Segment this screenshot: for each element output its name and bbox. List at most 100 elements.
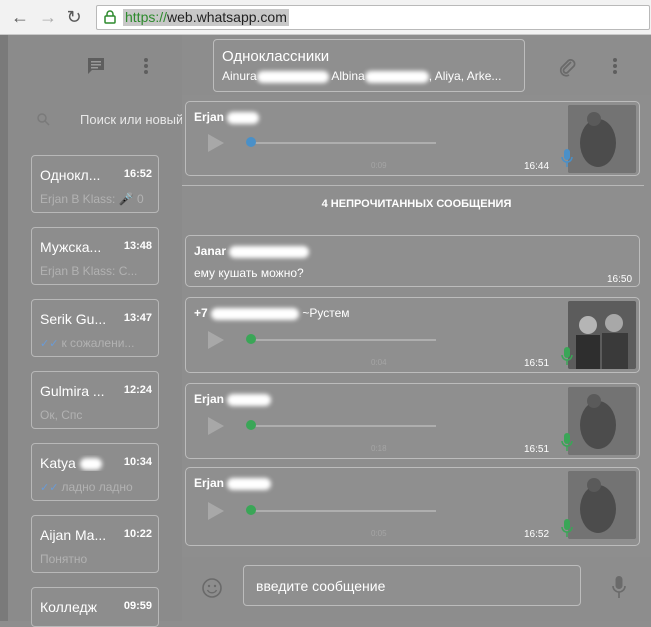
message-sender: Erjan (194, 110, 260, 124)
chat-time: 09:59 (123, 600, 152, 612)
chat-name: Aijan Ma... (40, 527, 107, 543)
group-title: Одноклассники (222, 48, 330, 65)
photo-placeholder (568, 301, 636, 369)
lock-icon (104, 10, 116, 24)
play-icon[interactable] (208, 502, 224, 520)
chat-time: 13:48 (123, 240, 152, 252)
sender-photo (568, 471, 636, 539)
chat-preview: ✓✓ ладно ладно (40, 480, 156, 494)
browser-toolbar: ← → ↻ https://web.whatsapp.com (0, 0, 651, 35)
chat-time: 10:34 (123, 456, 152, 468)
url-scheme: https:// (125, 9, 168, 25)
menu-dots-icon[interactable] (142, 56, 150, 76)
message-sender: Erjan (194, 392, 272, 406)
play-icon[interactable] (208, 417, 224, 435)
message-sender: Janar (194, 244, 310, 258)
message-time: 16:52 (524, 529, 550, 540)
chat-time: 12:24 (123, 384, 152, 396)
message-time: 16:51 (524, 358, 550, 369)
voice-message: Erjan 0:18 16:51 (185, 383, 640, 459)
chat-preview: Понятно (40, 552, 88, 566)
sender-photo (568, 105, 636, 173)
audio-track[interactable] (250, 339, 436, 341)
audio-track[interactable] (250, 142, 436, 144)
chat-name: Gulmira ... (40, 383, 105, 399)
chat-preview: ✓✓ к сожалени... (40, 336, 156, 350)
forward-arrow-icon[interactable]: → (38, 6, 58, 28)
chat-item[interactable]: Gulmira ... 12:24 Ок, Спс (31, 371, 159, 429)
message-input[interactable]: введите сообщение (243, 565, 581, 606)
message-sender: Erjan (194, 476, 272, 490)
sender-name: Janar (194, 244, 227, 258)
message-time: 16:51 (524, 444, 550, 455)
audio-track[interactable] (250, 510, 436, 512)
chat-preview: Erjan B Klass: С... (40, 264, 138, 278)
audio-scrubber[interactable] (246, 505, 256, 515)
reload-icon[interactable]: ↻ (64, 6, 84, 28)
chat-item[interactable]: Мужска... 13:48 Erjan B Klass: С... (31, 227, 159, 285)
redaction-blur (227, 477, 272, 490)
group-members: Ainura Albina , Aliya, Arke... (222, 69, 501, 83)
chat-item[interactable]: Однокл... 16:52 Erjan B Klass: 🎤 0 (31, 155, 159, 213)
chat-name: Katya (40, 455, 120, 471)
microphone-icon (561, 347, 573, 365)
redaction-blur (211, 307, 300, 320)
chat-preview: Erjan B Klass: 🎤 0 (40, 192, 144, 206)
address-bar[interactable]: https://web.whatsapp.com (96, 5, 650, 30)
voice-message: +7 ~Рустем 0:04 16:51 (185, 297, 640, 373)
message-input-placeholder: введите сообщение (256, 578, 386, 594)
text-message: Janar ему кушать можно? 16:50 (185, 235, 640, 287)
chat-preview-text: ладно ладно (61, 480, 133, 494)
chat-name: Мужска... (40, 239, 102, 255)
redaction-blur (256, 70, 329, 83)
sender-alias: ~Рустем (302, 306, 350, 320)
url-host: web.whatsapp.com (167, 9, 287, 25)
url-text: https://web.whatsapp.com (123, 9, 289, 26)
member-name: Ainura (222, 69, 257, 83)
chat-preview: Ок, Спс (40, 408, 83, 422)
microphone-icon (561, 519, 573, 537)
voice-message: Erjan 0:05 16:52 (185, 467, 640, 546)
voice-message: Erjan 0:09 16:44 (185, 101, 640, 176)
redaction-blur (79, 458, 102, 471)
paperclip-icon[interactable] (556, 56, 578, 78)
chat-time: 16:52 (123, 168, 152, 180)
audio-track[interactable] (250, 425, 436, 427)
emoji-icon[interactable] (201, 577, 223, 599)
microphone-icon[interactable] (611, 575, 627, 599)
menu-dots-icon[interactable] (611, 56, 619, 76)
chat-item[interactable]: Katya 10:34 ✓✓ ладно ладно (31, 443, 159, 501)
chat-item[interactable]: Колледж 09:59 (31, 587, 159, 627)
chat-item[interactable]: Serik Gu... 13:47 ✓✓ к сожалени... (31, 299, 159, 357)
search-input[interactable]: Поиск или новый (80, 112, 182, 127)
chat-item[interactable]: Aijan Ma... 10:22 Понятно (31, 515, 159, 573)
audio-duration: 0:05 (371, 529, 387, 538)
chat-time: 10:22 (123, 528, 152, 540)
microphone-icon (561, 149, 573, 167)
sender-name: Erjan (194, 110, 225, 124)
audio-scrubber[interactable] (246, 334, 256, 344)
photo-placeholder (568, 471, 636, 539)
message-sender: +7 ~Рустем (194, 306, 350, 320)
play-icon[interactable] (208, 331, 224, 349)
audio-scrubber[interactable] (246, 420, 256, 430)
member-name: , Aliya, Arke... (428, 69, 502, 83)
member-name: Albina (331, 69, 365, 83)
redaction-blur (364, 70, 429, 83)
photo-placeholder (568, 387, 636, 455)
search-icon (37, 113, 50, 126)
chat-time: 13:47 (123, 312, 152, 324)
audio-scrubber[interactable] (246, 137, 256, 147)
audio-duration: 0:18 (371, 444, 387, 453)
chat-name-text: Katya (40, 455, 76, 471)
group-info[interactable]: Одноклассники Ainura Albina , Aliya, Arke… (213, 39, 525, 92)
redaction-blur (229, 245, 310, 258)
play-icon[interactable] (208, 134, 224, 152)
audio-duration: 0:04 (371, 358, 387, 367)
sender-name: Erjan (194, 476, 225, 490)
sender-photo (568, 387, 636, 455)
sender-name: +7 (194, 306, 208, 320)
redaction-blur (227, 111, 260, 124)
back-arrow-icon[interactable]: ← (10, 6, 30, 28)
new-chat-icon[interactable] (86, 56, 106, 76)
